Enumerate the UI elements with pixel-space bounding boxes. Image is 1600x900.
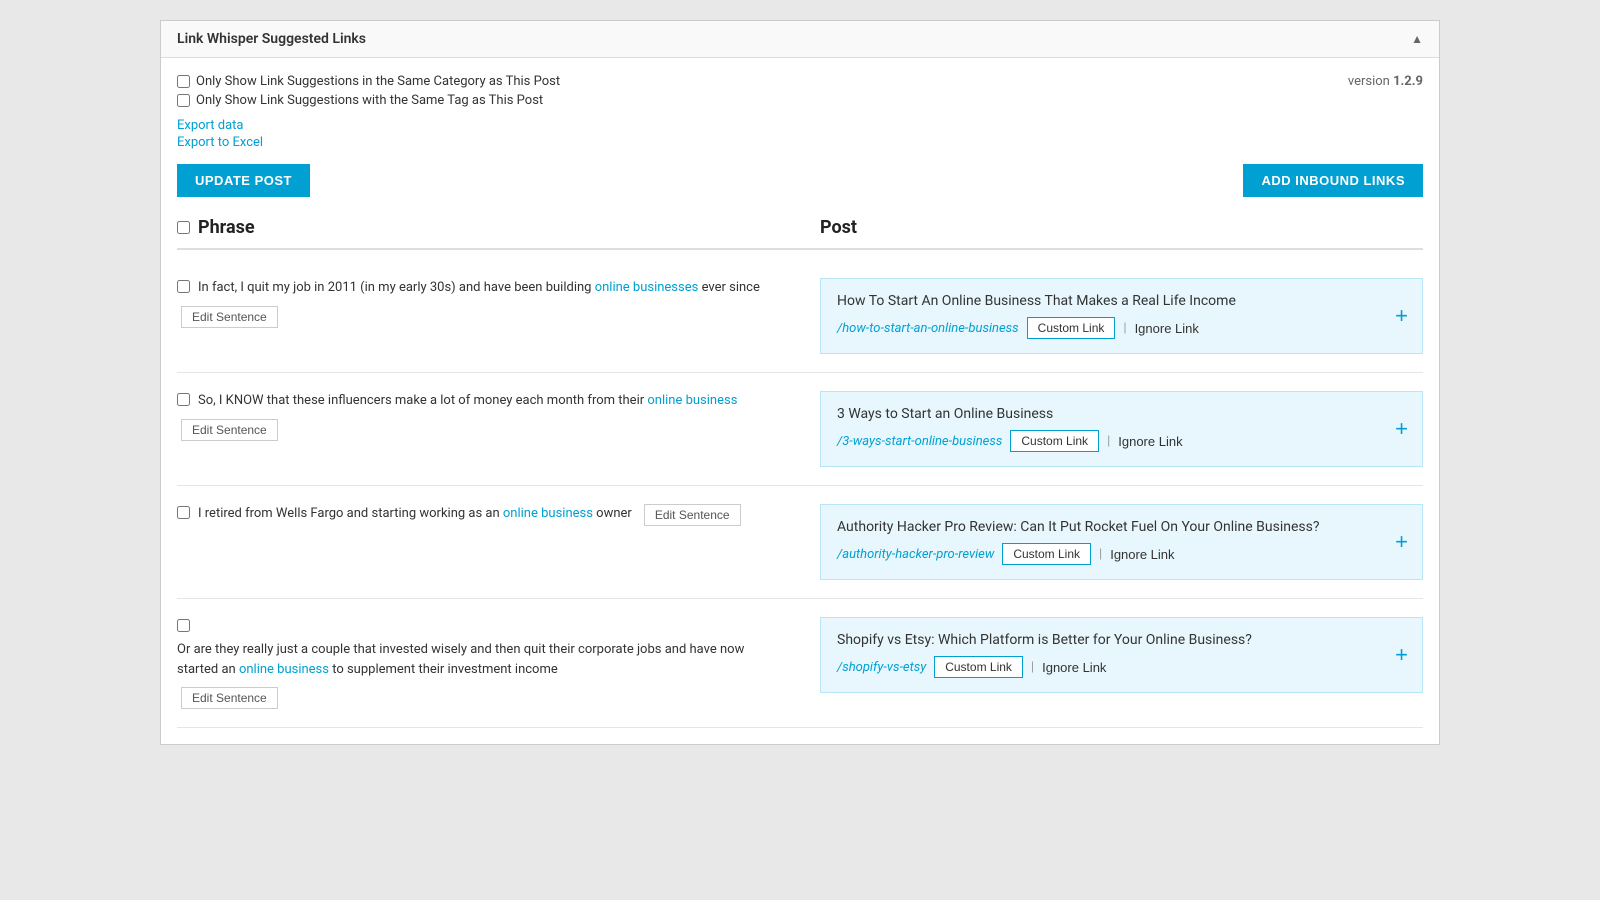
plus-button-0[interactable]: + [1395, 305, 1408, 327]
post-actions-2: /authority-hacker-pro-review Custom Link… [837, 543, 1406, 565]
header-checkbox[interactable] [177, 221, 190, 234]
custom-link-button-2[interactable]: Custom Link [1002, 543, 1091, 565]
plus-button-3[interactable]: + [1395, 644, 1408, 666]
option-same-category-label: Only Show Link Suggestions in the Same C… [196, 74, 560, 89]
top-options-section: Only Show Link Suggestions in the Same C… [177, 74, 1423, 118]
phrase-col-2: I retired from Wells Fargo and starting … [177, 504, 800, 526]
post-actions-0: /how-to-start-an-online-business Custom … [837, 317, 1406, 339]
widget-toggle[interactable]: ▲ [1411, 32, 1423, 46]
post-col-3: Shopify vs Etsy: Which Platform is Bette… [800, 617, 1423, 693]
separator-1: | [1107, 434, 1110, 449]
option-same-tag-label: Only Show Link Suggestions with the Same… [196, 93, 543, 108]
post-actions-3: /shopify-vs-etsy Custom Link | Ignore Li… [837, 656, 1406, 678]
phrase-col-0: In fact, I quit my job in 2011 (in my ea… [177, 278, 800, 328]
phrase-text-part: owner [593, 506, 632, 521]
edit-sentence-button-2[interactable]: Edit Sentence [644, 504, 741, 526]
post-url-1[interactable]: /3-ways-start-online-business [837, 434, 1002, 449]
widget-title: Link Whisper Suggested Links [177, 31, 366, 47]
option-same-tag[interactable]: Only Show Link Suggestions with the Same… [177, 93, 560, 108]
post-title-1: 3 Ways to Start an Online Business [837, 406, 1406, 422]
custom-link-button-3[interactable]: Custom Link [934, 656, 1023, 678]
suggestion-row: In fact, I quit my job in 2011 (in my ea… [177, 260, 1423, 373]
suggestion-row: I retired from Wells Fargo and starting … [177, 486, 1423, 599]
toolbar-row: UPDATE POST ADD INBOUND LINKS [177, 164, 1423, 197]
table-header: Phrase Post [177, 217, 1423, 250]
table-header-phrase: Phrase [177, 217, 800, 238]
post-col-1: 3 Ways to Start an Online Business /3-wa… [800, 391, 1423, 467]
export-excel-link[interactable]: Export to Excel [177, 135, 1423, 150]
phrase-text-3: Or are they really just a couple that in… [177, 640, 780, 679]
table-header-post: Post [800, 217, 1423, 238]
widget-header: Link Whisper Suggested Links ▲ [161, 21, 1439, 58]
phrase-link[interactable]: online business [503, 506, 593, 521]
post-url-2[interactable]: /authority-hacker-pro-review [837, 547, 994, 562]
edit-sentence-button-1[interactable]: Edit Sentence [181, 419, 278, 441]
update-post-button[interactable]: UPDATE POST [177, 164, 310, 197]
phrase-link[interactable]: online businesses [595, 280, 699, 295]
edit-sentence-button-0[interactable]: Edit Sentence [181, 306, 278, 328]
add-inbound-button[interactable]: ADD INBOUND LINKS [1243, 164, 1423, 197]
options-row: Only Show Link Suggestions in the Same C… [177, 74, 560, 108]
link-whisper-widget: Link Whisper Suggested Links ▲ Only Show… [160, 20, 1440, 745]
phrase-col-3: Or are they really just a couple that in… [177, 617, 800, 709]
custom-link-button-1[interactable]: Custom Link [1010, 430, 1099, 452]
edit-sentence-button-3[interactable]: Edit Sentence [181, 687, 278, 709]
plus-button-1[interactable]: + [1395, 418, 1408, 440]
version-number: 1.2.9 [1393, 74, 1423, 89]
post-title-3: Shopify vs Etsy: Which Platform is Bette… [837, 632, 1406, 648]
post-card-2: Authority Hacker Pro Review: Can It Put … [820, 504, 1423, 580]
separator-3: | [1031, 660, 1034, 675]
phrase-text-part: to supplement their investment income [329, 662, 558, 677]
phrase-text-0: In fact, I quit my job in 2011 (in my ea… [198, 278, 760, 298]
post-url-0[interactable]: /how-to-start-an-online-business [837, 321, 1019, 336]
export-links: Export data Export to Excel [177, 118, 1423, 150]
phrase-text-1: So, I KNOW that these influencers make a… [198, 391, 737, 411]
phrase-link[interactable]: online business [239, 662, 329, 677]
custom-link-button-0[interactable]: Custom Link [1027, 317, 1116, 339]
phrase-text-part: In fact, I quit my job in 2011 (in my ea… [198, 280, 595, 295]
post-title-2: Authority Hacker Pro Review: Can It Put … [837, 519, 1406, 535]
phrase-checkbox-2[interactable] [177, 506, 190, 519]
ignore-link-button-1[interactable]: Ignore Link [1118, 434, 1182, 449]
plus-button-2[interactable]: + [1395, 531, 1408, 553]
post-card-0: How To Start An Online Business That Mak… [820, 278, 1423, 354]
phrase-text-2: I retired from Wells Fargo and starting … [198, 504, 632, 524]
suggestions-container: In fact, I quit my job in 2011 (in my ea… [177, 260, 1423, 728]
export-data-link[interactable]: Export data [177, 118, 1423, 133]
post-col-2: Authority Hacker Pro Review: Can It Put … [800, 504, 1423, 580]
phrase-text-part: ever since [698, 280, 760, 295]
ignore-link-button-0[interactable]: Ignore Link [1135, 321, 1199, 336]
phrase-text-part: So, I KNOW that these influencers make a… [198, 393, 647, 408]
post-card-1: 3 Ways to Start an Online Business /3-wa… [820, 391, 1423, 467]
post-title-0: How To Start An Online Business That Mak… [837, 293, 1406, 309]
phrase-checkbox-1[interactable] [177, 393, 190, 406]
version-text: version 1.2.9 [1348, 74, 1423, 89]
phrase-text-part: I retired from Wells Fargo and starting … [198, 506, 503, 521]
checkbox-same-category[interactable] [177, 75, 190, 88]
suggestion-row: Or are they really just a couple that in… [177, 599, 1423, 728]
ignore-link-button-3[interactable]: Ignore Link [1042, 660, 1106, 675]
widget-body: Only Show Link Suggestions in the Same C… [161, 58, 1439, 744]
post-card-3: Shopify vs Etsy: Which Platform is Bette… [820, 617, 1423, 693]
post-url-3[interactable]: /shopify-vs-etsy [837, 660, 926, 675]
phrase-link[interactable]: online business [647, 393, 737, 408]
separator-2: | [1099, 547, 1102, 562]
phrase-checkbox-0[interactable] [177, 280, 190, 293]
ignore-link-button-2[interactable]: Ignore Link [1110, 547, 1174, 562]
checkbox-same-tag[interactable] [177, 94, 190, 107]
phrase-col-1: So, I KNOW that these influencers make a… [177, 391, 800, 441]
post-actions-1: /3-ways-start-online-business Custom Lin… [837, 430, 1406, 452]
post-col-0: How To Start An Online Business That Mak… [800, 278, 1423, 354]
option-same-category[interactable]: Only Show Link Suggestions in the Same C… [177, 74, 560, 89]
suggestion-row: So, I KNOW that these influencers make a… [177, 373, 1423, 486]
phrase-checkbox-3[interactable] [177, 619, 190, 632]
separator-0: | [1123, 321, 1126, 336]
